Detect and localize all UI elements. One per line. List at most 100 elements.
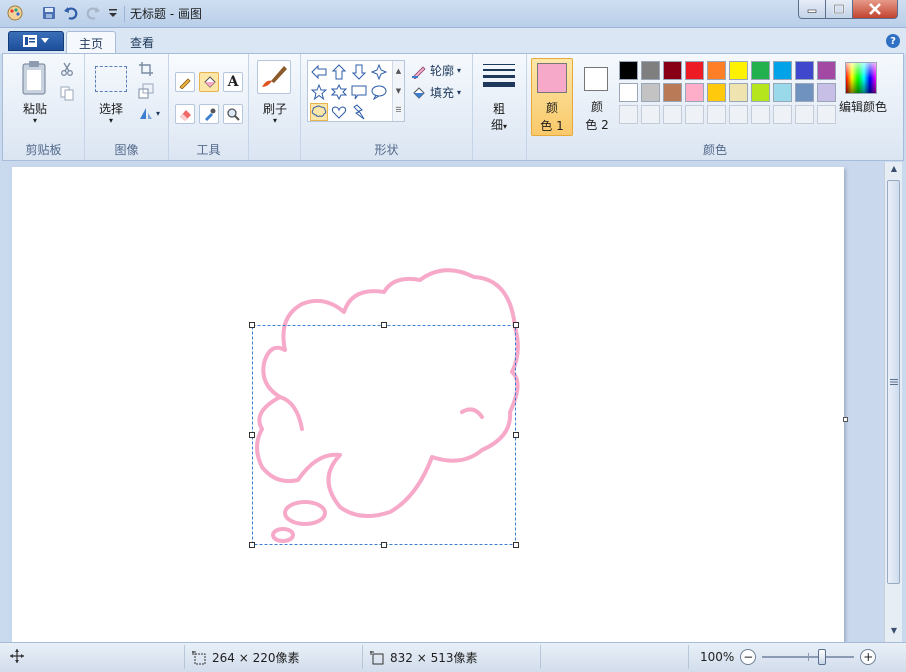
vertical-scrollbar[interactable]: ▲ ▼ bbox=[884, 162, 902, 642]
custom-color-slot[interactable] bbox=[729, 105, 748, 124]
lightning-shape-icon[interactable] bbox=[350, 103, 368, 121]
four-point-star-shape-icon[interactable] bbox=[370, 63, 388, 81]
zoom-out-button[interactable]: − bbox=[740, 649, 757, 665]
left-arrow-shape-icon[interactable] bbox=[310, 63, 328, 81]
selection-handle[interactable] bbox=[513, 432, 519, 438]
custom-color-slot[interactable] bbox=[663, 105, 682, 124]
color2-button[interactable]: 颜 色 2 bbox=[577, 58, 617, 136]
rect-callout-shape-icon[interactable] bbox=[350, 83, 368, 101]
palette-swatch[interactable] bbox=[795, 61, 814, 80]
zoom-slider-thumb[interactable] bbox=[818, 649, 827, 665]
brushes-button[interactable] bbox=[257, 60, 291, 94]
custom-color-slot[interactable] bbox=[619, 105, 638, 124]
custom-color-slot[interactable] bbox=[751, 105, 770, 124]
palette-swatch[interactable] bbox=[663, 83, 682, 102]
selection-handle[interactable] bbox=[249, 432, 255, 438]
color-picker-icon[interactable] bbox=[199, 104, 219, 124]
pencil-icon[interactable] bbox=[175, 72, 195, 92]
paint-app-icon[interactable] bbox=[6, 4, 24, 22]
gallery-expand-icon[interactable]: ☰ bbox=[393, 101, 404, 119]
select-chevron-icon[interactable]: ▾ bbox=[91, 116, 131, 125]
magnifier-icon[interactable] bbox=[223, 104, 243, 124]
scroll-thumb[interactable] bbox=[887, 180, 900, 584]
palette-swatch[interactable] bbox=[707, 83, 726, 102]
eraser-icon[interactable] bbox=[175, 104, 195, 124]
palette-swatch[interactable] bbox=[751, 83, 770, 102]
palette-swatch[interactable] bbox=[751, 61, 770, 80]
custom-color-slot[interactable] bbox=[773, 105, 792, 124]
image-size-text: 832 × 513像素 bbox=[390, 651, 478, 665]
heart-shape-icon[interactable] bbox=[330, 103, 348, 121]
paste-chevron-icon[interactable]: ▾ bbox=[15, 116, 55, 125]
close-button[interactable] bbox=[852, 0, 898, 19]
zoom-in-button[interactable]: + bbox=[860, 649, 877, 665]
crop-icon[interactable] bbox=[137, 60, 155, 78]
down-arrow-shape-icon[interactable] bbox=[350, 63, 368, 81]
customize-quick-access-icon[interactable] bbox=[104, 4, 122, 22]
brushes-chevron-icon[interactable]: ▾ bbox=[255, 116, 295, 125]
maximize-button[interactable] bbox=[825, 0, 853, 19]
copy-icon[interactable] bbox=[58, 84, 76, 102]
outline-dropdown[interactable]: 轮廓 ▾ bbox=[411, 62, 461, 79]
fill-bucket-icon[interactable] bbox=[199, 72, 219, 92]
help-icon[interactable]: ? bbox=[886, 34, 900, 48]
gallery-up-icon[interactable]: ▲ bbox=[393, 61, 404, 81]
thought-cloud-callout[interactable] bbox=[255, 268, 520, 543]
palette-swatch[interactable] bbox=[641, 83, 660, 102]
palette-swatch[interactable] bbox=[729, 61, 748, 80]
custom-color-slot[interactable] bbox=[685, 105, 704, 124]
tab-view[interactable]: 查看 bbox=[118, 31, 166, 54]
six-point-star-shape-icon[interactable] bbox=[330, 83, 348, 101]
zoom-slider[interactable] bbox=[762, 649, 855, 665]
color1-button[interactable]: 颜 色 1 bbox=[531, 58, 573, 136]
selection-handle[interactable] bbox=[381, 322, 387, 328]
up-arrow-shape-icon[interactable] bbox=[330, 63, 348, 81]
selection-handle[interactable] bbox=[249, 322, 255, 328]
canvas-resize-handle-right[interactable] bbox=[843, 417, 848, 422]
paint-menu-button[interactable] bbox=[8, 31, 64, 51]
palette-swatch[interactable] bbox=[707, 61, 726, 80]
palette-swatch[interactable] bbox=[619, 61, 638, 80]
oval-callout-shape-icon[interactable] bbox=[370, 83, 388, 101]
selection-handle[interactable] bbox=[513, 322, 519, 328]
redo-icon[interactable] bbox=[84, 4, 102, 22]
selection-handle[interactable] bbox=[249, 542, 255, 548]
tab-home[interactable]: 主页 bbox=[66, 31, 117, 54]
resize-icon[interactable] bbox=[137, 82, 155, 100]
palette-swatch[interactable] bbox=[641, 61, 660, 80]
custom-color-slot[interactable] bbox=[707, 105, 726, 124]
gallery-down-icon[interactable]: ▼ bbox=[393, 81, 404, 101]
palette-swatch[interactable] bbox=[795, 83, 814, 102]
scroll-up-icon[interactable]: ▲ bbox=[888, 164, 900, 178]
save-icon[interactable] bbox=[40, 4, 58, 22]
cloud-callout-shape-icon[interactable] bbox=[310, 103, 328, 121]
selection-handle[interactable] bbox=[513, 542, 519, 548]
fill-dropdown[interactable]: 填充 ▾ bbox=[411, 84, 461, 101]
select-icon[interactable] bbox=[95, 66, 127, 92]
selection-handle[interactable] bbox=[381, 542, 387, 548]
undo-icon[interactable] bbox=[62, 4, 80, 22]
palette-swatch[interactable] bbox=[663, 61, 682, 80]
custom-color-slot[interactable] bbox=[641, 105, 660, 124]
text-tool-icon[interactable]: A bbox=[223, 72, 243, 92]
palette-swatch[interactable] bbox=[685, 61, 704, 80]
minimize-button[interactable] bbox=[798, 0, 826, 19]
palette-swatch[interactable] bbox=[773, 61, 792, 80]
selection-box[interactable] bbox=[252, 325, 516, 545]
rotate-chevron-icon[interactable]: ▾ bbox=[153, 104, 163, 122]
cut-icon[interactable] bbox=[58, 60, 76, 78]
palette-swatch[interactable] bbox=[817, 61, 836, 80]
scroll-down-icon[interactable]: ▼ bbox=[888, 626, 900, 640]
five-point-star-shape-icon[interactable] bbox=[310, 83, 328, 101]
edit-colors-icon[interactable] bbox=[845, 62, 877, 94]
shape-gallery-scrollbar[interactable]: ▲ ▼ ☰ bbox=[392, 61, 404, 121]
palette-swatch[interactable] bbox=[729, 83, 748, 102]
drawing-canvas[interactable] bbox=[12, 167, 844, 642]
edit-colors-label[interactable]: 编辑颜色 bbox=[833, 98, 893, 115]
palette-swatch[interactable] bbox=[685, 83, 704, 102]
palette-swatch[interactable] bbox=[773, 83, 792, 102]
palette-swatch[interactable] bbox=[619, 83, 638, 102]
paste-button[interactable] bbox=[19, 60, 51, 100]
custom-color-slot[interactable] bbox=[795, 105, 814, 124]
size-group[interactable]: 粗 细▾ bbox=[473, 54, 527, 160]
